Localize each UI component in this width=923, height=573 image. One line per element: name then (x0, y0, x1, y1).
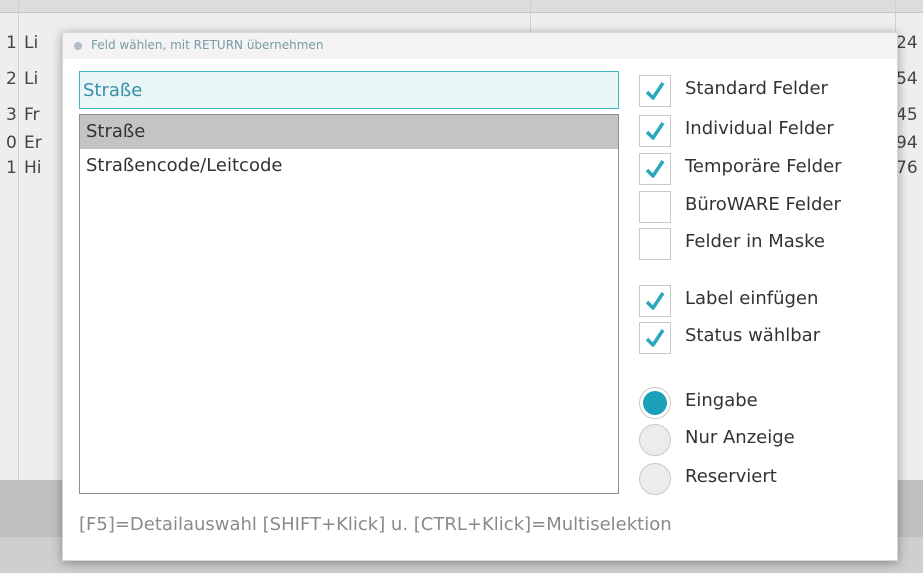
dialog-title: Feld wählen, mit RETURN übernehmen (91, 38, 324, 52)
checkmark-icon (645, 160, 665, 178)
checkbox-label: Status wählbar (685, 325, 821, 346)
checkmark-icon (645, 292, 665, 310)
checkbox-box[interactable] (639, 228, 671, 260)
radio-button[interactable] (639, 424, 671, 456)
checkmark-icon (645, 329, 665, 347)
dialog-titlebar[interactable]: Feld wählen, mit RETURN übernehmen (63, 33, 897, 59)
checkbox-box[interactable] (639, 191, 671, 223)
checkbox-label: Temporäre Felder (685, 156, 842, 177)
radio-label: Nur Anzeige (685, 427, 795, 448)
radio-button[interactable] (639, 387, 671, 419)
list-item[interactable]: Straße (80, 115, 618, 149)
checkbox-box[interactable] (639, 322, 671, 354)
keyboard-hint: [F5]=Detailauswahl [SHIFT+Klick] u. [CTR… (79, 514, 672, 535)
checkbox-label: Individual Felder (685, 118, 834, 139)
field-search-input[interactable] (79, 71, 619, 109)
window-dot-icon (74, 42, 82, 50)
field-listbox[interactable]: Straße Straßencode/Leitcode (79, 114, 619, 494)
checkbox-box[interactable] (639, 285, 671, 317)
radio-button[interactable] (639, 463, 671, 495)
checkbox-box[interactable] (639, 75, 671, 107)
radio-selected-dot-icon (643, 391, 667, 415)
checkbox-box[interactable] (639, 153, 671, 185)
checkmark-icon (645, 82, 665, 100)
checkbox-label: Label einfügen (685, 288, 819, 309)
radio-label: Eingabe (685, 390, 758, 411)
radio-label: Reserviert (685, 466, 777, 487)
checkmark-icon (645, 122, 665, 140)
checkbox-box[interactable] (639, 115, 671, 147)
background-header-row (0, 0, 923, 13)
checkbox-label: Standard Felder (685, 78, 828, 99)
checkbox-label: Felder in Maske (685, 231, 825, 252)
checkbox-label: BüroWARE Felder (685, 194, 841, 215)
list-item[interactable]: Straßencode/Leitcode (80, 149, 618, 183)
field-select-dialog: Feld wählen, mit RETURN übernehmen Straß… (62, 32, 898, 561)
